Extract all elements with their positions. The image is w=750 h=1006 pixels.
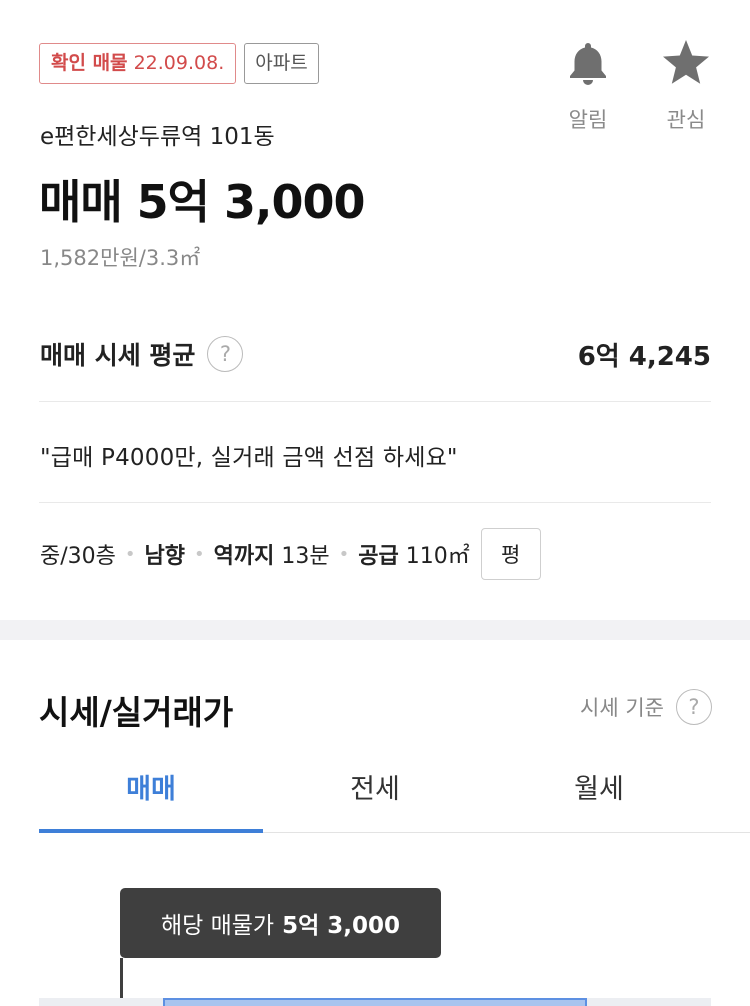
station-time: 13분 (281, 544, 330, 569)
separator-dot: • (194, 543, 205, 565)
help-icon[interactable]: ? (676, 689, 712, 725)
divider (39, 401, 711, 402)
separator-dot: • (338, 543, 350, 565)
supply-label: 공급 (358, 544, 399, 569)
price-chart-range-bar (163, 998, 587, 1006)
unit-price: 1,582만원/3.3㎡ (40, 246, 201, 270)
property-type-badge: 아파트 (244, 43, 319, 84)
direction-info: 남향 (144, 544, 185, 569)
listing-price: 매매 5억 3,000 (39, 175, 365, 229)
listing-specs: 중/30층 • 남향 • 역까지 13분 • 공급 110㎡ 평 (40, 528, 541, 580)
tab-sale[interactable]: 매매 (39, 760, 263, 833)
confirmed-label: 확인 매물 (51, 52, 128, 74)
unit-toggle-button[interactable]: 평 (480, 528, 541, 580)
floor-info: 중/30층 (40, 544, 116, 569)
alarm-label: 알림 (568, 108, 608, 132)
bell-icon (570, 43, 606, 85)
price-type-tabs: 매매 전세 월세 (39, 760, 750, 833)
supply-area: 110㎡ (405, 544, 470, 569)
star-icon (663, 40, 709, 84)
price-basis: 시세 기준 ? (580, 689, 712, 725)
confirmed-date: 22.09.08. (133, 52, 225, 74)
separator-dot: • (124, 543, 136, 565)
favorite-button[interactable]: 관심 (658, 38, 714, 134)
section-separator (0, 620, 750, 640)
listing-price-tooltip: 해당 매물가 5억 3,000 (120, 888, 441, 958)
price-basis-label: 시세 기준 (580, 696, 664, 720)
help-icon[interactable]: ? (207, 336, 244, 372)
tab-monthly-rent[interactable]: 월세 (487, 760, 711, 832)
favorite-label: 관심 (666, 108, 706, 132)
confirmed-listing-badge: 확인 매물 22.09.08. (39, 43, 237, 84)
alarm-button[interactable]: 알림 (560, 38, 616, 134)
listing-description: "급매 P4000만, 실거래 금액 선점 하세요" (40, 445, 458, 471)
header-actions: 알림 관심 (560, 38, 714, 134)
listing-badges: 확인 매물 22.09.08. 아파트 (39, 43, 319, 84)
tab-jeonse[interactable]: 전세 (263, 760, 487, 832)
station-label: 역까지 (213, 544, 275, 569)
market-average-value: 6억 4,245 (577, 341, 711, 372)
price-section-title: 시세/실거래가 (39, 693, 234, 732)
market-average-label: 매매 시세 평균 (40, 341, 196, 370)
divider (39, 502, 711, 503)
tooltip-value: 5억 3,000 (282, 913, 401, 939)
tooltip-label: 해당 매물가 (160, 913, 275, 939)
market-average-row: 매매 시세 평균 ? 6억 4,245 (40, 334, 711, 374)
apartment-name: e편한세상두류역 101동 (40, 124, 275, 150)
